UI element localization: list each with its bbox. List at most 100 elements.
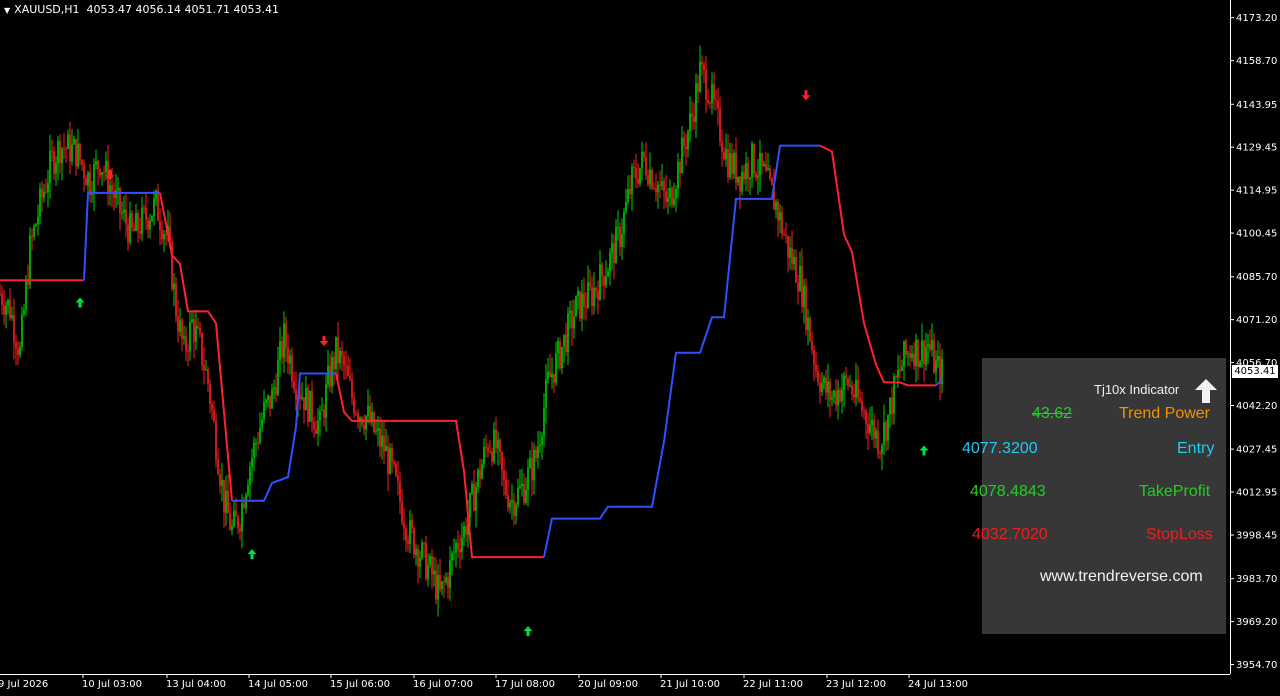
candle-body <box>803 285 805 307</box>
candle-body <box>797 282 799 291</box>
signal-arrow-layer <box>75 90 929 637</box>
candle-body <box>393 461 395 464</box>
symbol-header[interactable]: ▼ XAUUSD,H1 4053.47 4056.14 4051.71 4053.… <box>4 3 279 16</box>
candle-body <box>505 479 507 496</box>
candle-body <box>873 419 875 439</box>
candle-body <box>693 116 695 123</box>
candle-body <box>285 323 287 348</box>
candle-body <box>667 197 669 202</box>
candle-body <box>783 233 785 235</box>
candle-body <box>395 463 397 476</box>
candle-body <box>257 442 259 444</box>
candle-body <box>915 339 917 366</box>
y-tick-label: 4071.20 <box>1236 315 1277 326</box>
candle-body <box>713 83 715 100</box>
candle-body <box>801 266 803 307</box>
candle-body <box>203 364 205 371</box>
candle-body <box>269 395 271 409</box>
candle-body <box>381 435 383 447</box>
candle-body <box>91 194 93 196</box>
candle-body <box>289 355 291 364</box>
candle-body <box>519 485 521 488</box>
candle-body <box>569 310 571 314</box>
candle-body <box>387 446 389 474</box>
candle-body <box>255 442 257 444</box>
candle-body <box>485 446 487 448</box>
y-tick-label: 4173.20 <box>1236 13 1277 24</box>
candle-body <box>891 397 893 414</box>
candle-body <box>407 540 409 544</box>
x-tick-label: 15 Jul 06:00 <box>330 679 390 690</box>
candle-body <box>41 188 43 198</box>
candle-body <box>927 344 929 347</box>
candle-body <box>637 178 639 184</box>
candle-body <box>507 495 509 508</box>
candle-body <box>859 397 861 402</box>
candle-body <box>157 190 159 221</box>
candle-body <box>699 61 701 92</box>
candle-body <box>87 172 89 186</box>
x-tick-label: 16 Jul 07:00 <box>413 679 473 690</box>
y-tick-label: 4143.95 <box>1236 100 1277 111</box>
candle-body <box>765 163 767 171</box>
candle-body <box>843 375 845 390</box>
x-tick-label: 24 Jul 13:00 <box>908 679 968 690</box>
candle-body <box>39 188 41 217</box>
candle-body <box>789 247 791 258</box>
candle-body <box>73 139 75 145</box>
candle-body <box>99 169 101 176</box>
x-tick-label: 17 Jul 08:00 <box>495 679 555 690</box>
candle-body <box>25 280 27 310</box>
signal-arrow-down-icon <box>319 335 329 346</box>
dropdown-triangle-icon[interactable]: ▼ <box>4 6 10 15</box>
website-text[interactable]: www.trendreverse.com <box>1040 568 1203 586</box>
candle-body <box>605 276 607 286</box>
candle-body <box>671 187 673 206</box>
indicator-panel: Tj10x Indicator 43.62 Trend Power 4077.3… <box>962 358 1226 634</box>
candle-body <box>909 353 911 358</box>
candle-body <box>383 435 385 452</box>
y-tick-label: 3969.20 <box>1236 617 1277 628</box>
candle-body <box>283 323 285 358</box>
candle-body <box>881 445 883 454</box>
candle-body <box>461 537 463 553</box>
candle-body <box>847 378 849 386</box>
candle-body <box>659 184 661 186</box>
candle-body <box>365 416 367 430</box>
candle-body <box>701 61 703 65</box>
candle-body <box>481 464 483 479</box>
candle-body <box>741 172 743 192</box>
candle-body <box>737 176 739 183</box>
candle-body <box>95 160 97 165</box>
candle-body <box>473 483 475 511</box>
candle-body <box>913 353 915 366</box>
candle-body <box>527 467 529 490</box>
candle-body <box>11 315 13 318</box>
candle-body <box>897 369 899 378</box>
trend-line-layer <box>0 144 943 559</box>
arrow-shape <box>247 549 257 560</box>
candle-body <box>295 389 297 401</box>
candle-body <box>471 483 473 493</box>
candle-body <box>919 361 921 367</box>
candle-body <box>515 504 517 516</box>
candle-body <box>79 143 81 161</box>
candle-body <box>763 163 765 166</box>
candle-body <box>141 207 143 235</box>
candle-body <box>841 389 843 402</box>
candle-body <box>729 153 731 178</box>
candle-body <box>683 137 685 147</box>
candle-body <box>3 305 5 315</box>
candle-body <box>587 282 589 308</box>
candle-body <box>617 226 619 228</box>
candle-body <box>223 479 225 513</box>
candle-body <box>681 137 683 174</box>
candle-body <box>611 243 613 253</box>
y-tick-label: 4129.45 <box>1236 143 1277 154</box>
candle-body <box>111 185 113 192</box>
candle-body <box>813 349 815 365</box>
y-tick-label: 4158.70 <box>1236 56 1277 67</box>
candle-body <box>641 152 643 168</box>
y-tick-label: 4100.45 <box>1236 229 1277 240</box>
candle-body <box>625 202 627 213</box>
